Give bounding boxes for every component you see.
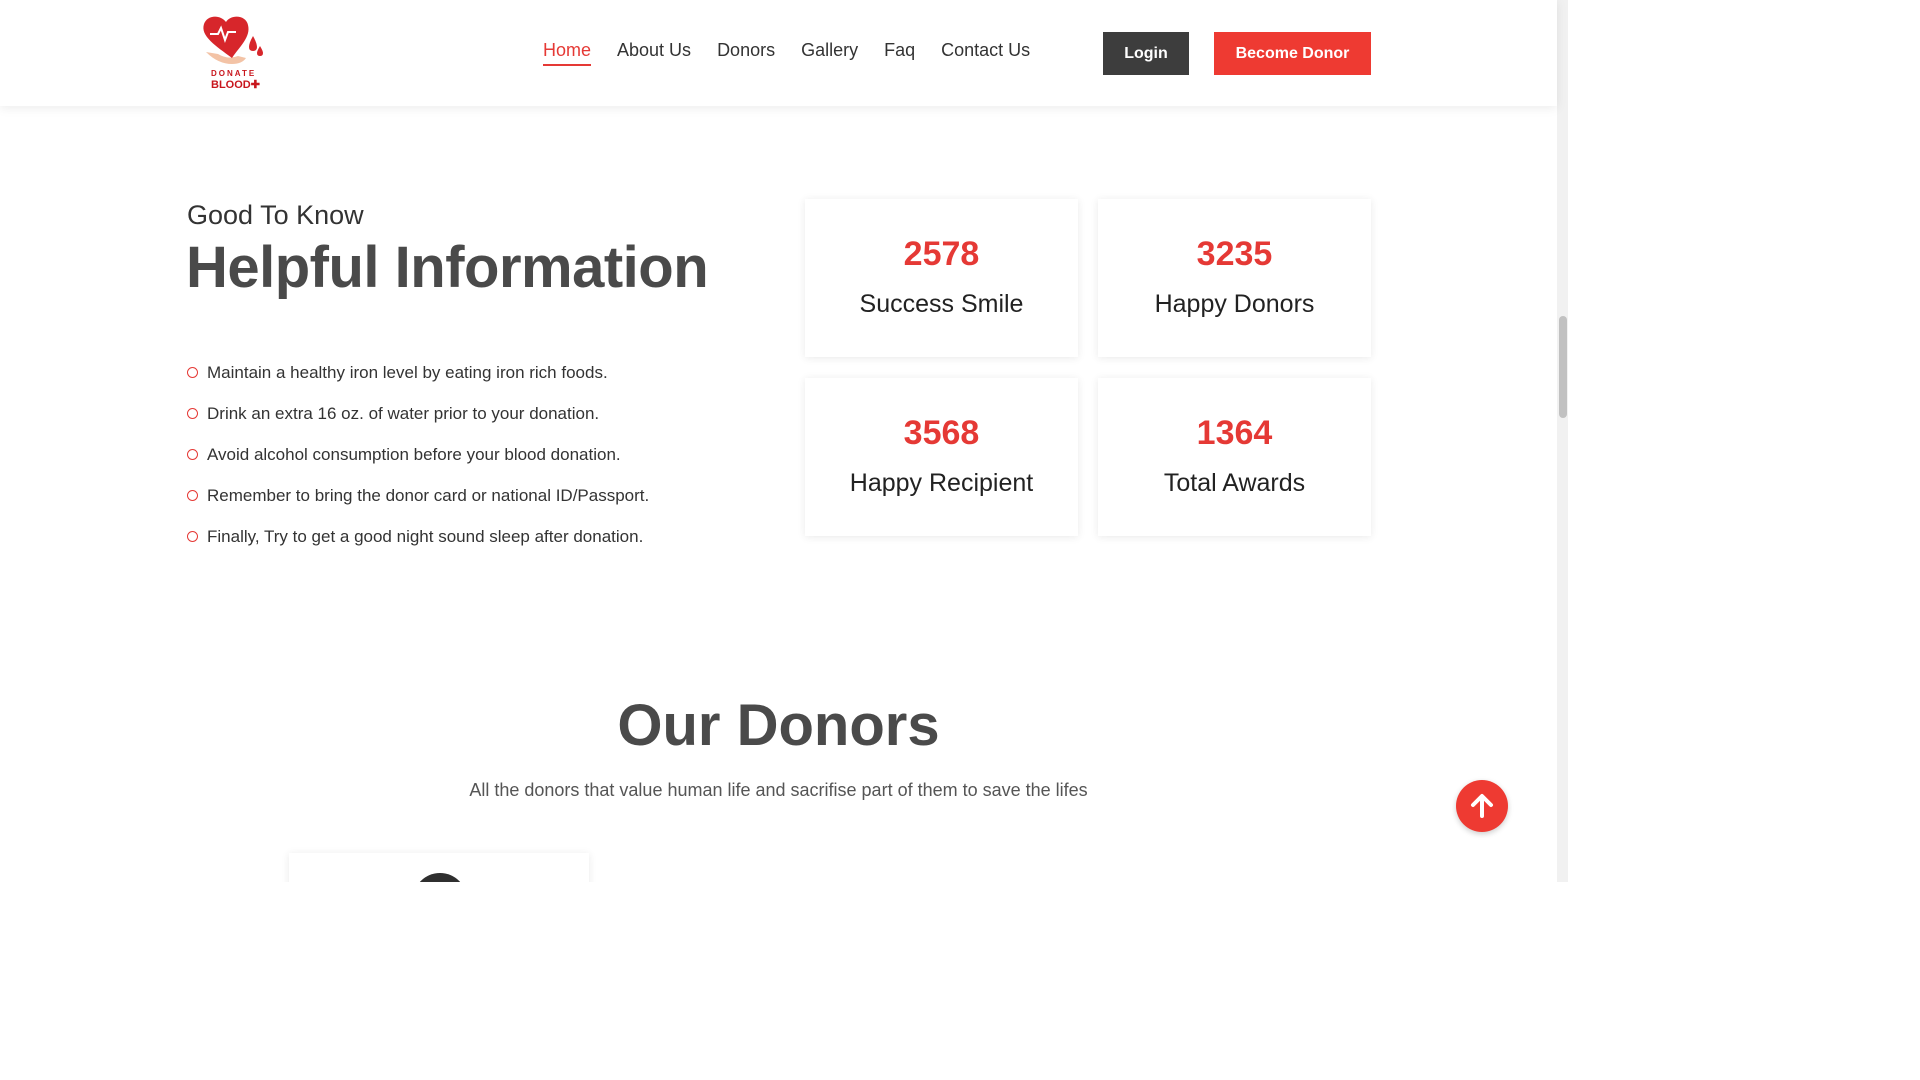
donors-subtitle: All the donors that value human life and… <box>469 780 1088 800</box>
nav-contact-us[interactable]: Contact Us <box>941 40 1030 66</box>
list-item: Remember to bring the donor card or nati… <box>187 475 649 516</box>
section-title: Helpful Information <box>186 235 709 300</box>
avatar <box>413 873 467 882</box>
circle-bullet-icon <box>187 408 198 419</box>
list-item: Finally, Try to get a good night sound s… <box>187 516 649 557</box>
stat-card-happy-donors: 3235 Happy Donors <box>1098 199 1371 357</box>
stat-value: 2578 <box>903 235 980 273</box>
list-item: Maintain a healthy iron level by eating … <box>187 352 649 393</box>
main-nav: Home About Us Donors Gallery Faq Contact… <box>543 40 1056 66</box>
stat-card-happy-recipient: 3568 Happy Recipient <box>805 378 1078 536</box>
nav-home[interactable]: Home <box>543 40 592 66</box>
scrollbar-thumb[interactable] <box>1559 316 1567 418</box>
stat-label: Happy Donors <box>1154 290 1315 318</box>
circle-bullet-icon <box>187 531 198 542</box>
nav-donors[interactable]: Donors <box>717 40 775 66</box>
list-item: Drink an extra 16 oz. of water prior to … <box>187 393 649 434</box>
site-header: DONATE BLOOD✚ Home About Us Donors Galle… <box>0 0 1557 106</box>
page-scrollbar[interactable] <box>1557 0 1568 882</box>
become-donor-button[interactable]: Become Donor <box>1214 32 1371 75</box>
page: DONATE BLOOD✚ Home About Us Donors Galle… <box>0 0 1568 882</box>
tips-list: Maintain a healthy iron level by eating … <box>187 352 649 557</box>
logo-text-donate: DONATE <box>211 69 257 78</box>
arrow-up-icon <box>1471 794 1493 818</box>
donor-card[interactable] <box>289 853 589 882</box>
list-item: Avoid alcohol consumption before your bl… <box>187 434 649 475</box>
circle-bullet-icon <box>187 367 198 378</box>
heart-blood-drop-icon <box>203 16 263 64</box>
logo-text-blood: BLOOD✚ <box>211 79 260 91</box>
circle-bullet-icon <box>187 449 198 460</box>
nav-faq[interactable]: Faq <box>884 40 915 66</box>
login-button[interactable]: Login <box>1103 32 1189 75</box>
section-subtitle: Good To Know <box>187 200 364 230</box>
stat-card-total-awards: 1364 Total Awards <box>1098 378 1371 536</box>
donors-title: Our Donors <box>617 693 940 758</box>
stat-value: 1364 <box>1196 414 1273 452</box>
circle-bullet-icon <box>187 490 198 501</box>
stat-label: Total Awards <box>1163 469 1306 497</box>
stat-card-success-smile: 2578 Success Smile <box>805 199 1078 357</box>
scroll-to-top-button[interactable] <box>1456 780 1508 832</box>
site-logo[interactable]: DONATE BLOOD✚ <box>198 12 268 94</box>
nav-gallery[interactable]: Gallery <box>801 40 858 66</box>
stat-label: Success Smile <box>859 290 1024 318</box>
stat-value: 3235 <box>1196 235 1273 273</box>
stat-label: Happy Recipient <box>849 469 1034 497</box>
nav-about-us[interactable]: About Us <box>617 40 691 66</box>
stat-value: 3568 <box>903 414 980 452</box>
plus-icon: ✚ <box>250 79 260 91</box>
